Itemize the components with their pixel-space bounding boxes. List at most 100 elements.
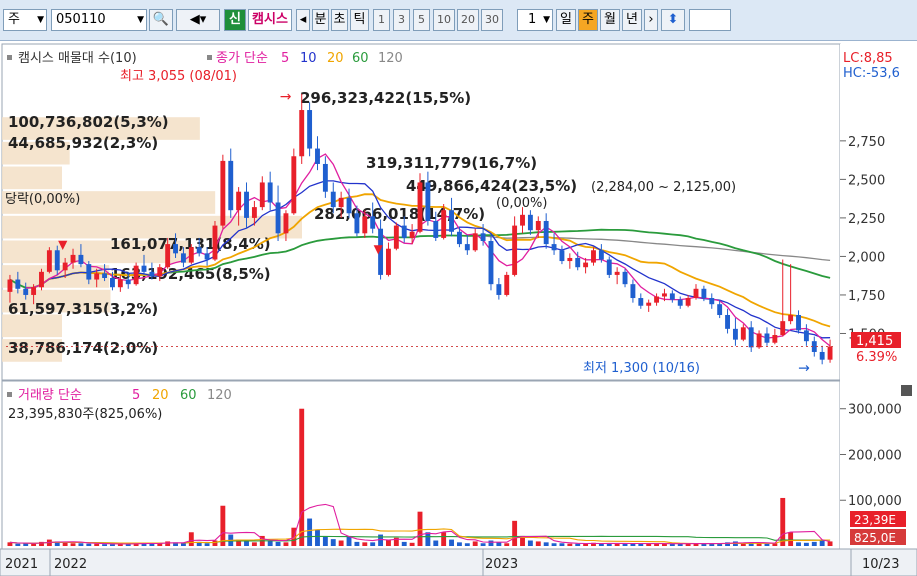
candle-body bbox=[70, 254, 76, 263]
period-20[interactable]: 20 bbox=[457, 9, 479, 31]
market-select[interactable]: 주 ▼ bbox=[3, 9, 47, 31]
volume-bar bbox=[527, 540, 533, 546]
volume-bar bbox=[86, 543, 92, 546]
candle-body bbox=[117, 279, 123, 288]
candle-body bbox=[567, 257, 573, 262]
volume-tick-label: 200,000 bbox=[848, 448, 902, 463]
period-5[interactable]: 5 bbox=[413, 9, 430, 31]
candle-body bbox=[614, 271, 620, 275]
volume-bar bbox=[543, 542, 549, 546]
candle-body bbox=[39, 271, 44, 288]
candle-body bbox=[110, 278, 115, 288]
candle-body bbox=[275, 202, 281, 234]
candle-body bbox=[827, 346, 833, 360]
vol-now: 23,39E bbox=[854, 513, 896, 527]
volume-bar bbox=[504, 543, 510, 546]
volume-bar bbox=[496, 542, 502, 546]
volume-bar bbox=[165, 541, 171, 546]
candle-body bbox=[46, 250, 52, 272]
period-week[interactable]: 주 bbox=[578, 9, 598, 31]
candle-body bbox=[630, 284, 636, 299]
unit-tick[interactable]: 틱 bbox=[350, 9, 369, 31]
volume-bar bbox=[322, 536, 328, 546]
scroll-left-button[interactable]: ◂ bbox=[296, 9, 310, 31]
volume-bar bbox=[796, 542, 801, 546]
period-10[interactable]: 10 bbox=[433, 9, 455, 31]
market-label: 주 bbox=[8, 12, 20, 27]
candle-body bbox=[86, 264, 92, 280]
candle-body bbox=[598, 250, 604, 260]
period-day[interactable]: 일 bbox=[556, 9, 576, 31]
period-month[interactable]: 월 bbox=[600, 9, 620, 31]
period-3[interactable]: 3 bbox=[393, 9, 410, 31]
price-tick-label: 2,500 bbox=[848, 173, 885, 188]
candle-body bbox=[464, 244, 470, 251]
price-tick-label: 2,000 bbox=[848, 250, 885, 265]
x-label-date: 10/23 bbox=[862, 557, 899, 572]
volume-legend-name: 거래량 단순 bbox=[18, 388, 82, 403]
candle-body bbox=[764, 333, 770, 343]
ma20-legend: 20 bbox=[327, 51, 344, 66]
profile-label: 44,685,932(2,3%) bbox=[8, 134, 158, 152]
candle-body bbox=[551, 244, 557, 251]
vol-ma5-legend: 5 bbox=[132, 388, 140, 403]
high-arrow-icon: → bbox=[280, 89, 292, 105]
volume-bar bbox=[472, 541, 478, 546]
candle-body bbox=[370, 216, 376, 229]
volume-bar bbox=[362, 542, 368, 546]
ma120-legend: 120 bbox=[378, 51, 403, 66]
period-1[interactable]: 1 bbox=[373, 9, 390, 31]
candle-body bbox=[756, 333, 762, 348]
count-select[interactable]: 1 ▼ bbox=[517, 9, 553, 31]
candle-body bbox=[685, 298, 691, 306]
candle-body bbox=[701, 288, 707, 299]
volume-bar bbox=[575, 543, 581, 546]
period-year[interactable]: 년 bbox=[622, 9, 642, 31]
candle-body bbox=[748, 327, 754, 348]
code-value: 050110 bbox=[56, 12, 106, 27]
code-input[interactable]: 050110 ▼ bbox=[51, 9, 147, 31]
volume-bar bbox=[559, 543, 565, 546]
candle-body bbox=[543, 220, 549, 245]
next-button[interactable]: › bbox=[644, 9, 658, 31]
candle-body bbox=[386, 248, 391, 275]
volume-bar bbox=[180, 543, 186, 546]
candle-body bbox=[622, 271, 628, 285]
search-button[interactable]: 🔍 bbox=[149, 9, 173, 31]
volume-bar bbox=[827, 541, 833, 546]
hc-label: HC:-53,6 bbox=[843, 66, 900, 81]
unit-second[interactable]: 초 bbox=[331, 9, 348, 31]
candle-body bbox=[772, 335, 778, 343]
candle-body bbox=[299, 110, 305, 157]
ma60-legend: 60 bbox=[352, 51, 369, 66]
volume-bar bbox=[94, 543, 100, 546]
sort-button[interactable]: ⬍ bbox=[661, 9, 685, 31]
candle-body bbox=[362, 216, 368, 234]
profile-label: 100,736,802(5,3%) bbox=[8, 113, 169, 131]
extra-input[interactable] bbox=[689, 9, 731, 31]
candle-body bbox=[23, 288, 29, 295]
period-30[interactable]: 30 bbox=[481, 9, 503, 31]
new-badge[interactable]: 신 bbox=[224, 9, 246, 31]
stock-name[interactable]: 캠시스 bbox=[248, 9, 292, 31]
stock-chart[interactable]: 296,323,422(15,5%) 100,736,802(5,3%) 44,68… bbox=[0, 40, 917, 576]
volume-bar bbox=[788, 532, 794, 546]
profile-label: 319,311,779(16,7%) bbox=[366, 154, 537, 172]
volume-bar bbox=[409, 542, 415, 546]
candle-body bbox=[78, 254, 84, 265]
candle-body bbox=[535, 220, 541, 231]
volume-bar bbox=[275, 541, 281, 546]
volume-bar bbox=[811, 541, 817, 546]
high-annotation: 최고 3,055 (08/01) bbox=[120, 69, 237, 84]
candle-body bbox=[7, 279, 13, 292]
candle-body bbox=[393, 225, 399, 249]
volume-bar bbox=[583, 543, 589, 546]
unit-minute[interactable]: 분 bbox=[312, 9, 329, 31]
speaker-button[interactable]: ◀▾ bbox=[176, 9, 220, 31]
candle-body bbox=[559, 250, 565, 262]
mid-range-annotation: (0,00%) bbox=[496, 196, 547, 211]
price-tick-label: 1,750 bbox=[848, 289, 885, 304]
candle-body bbox=[480, 233, 486, 242]
candle-body bbox=[725, 314, 730, 329]
panel-close-icon[interactable] bbox=[901, 385, 912, 396]
